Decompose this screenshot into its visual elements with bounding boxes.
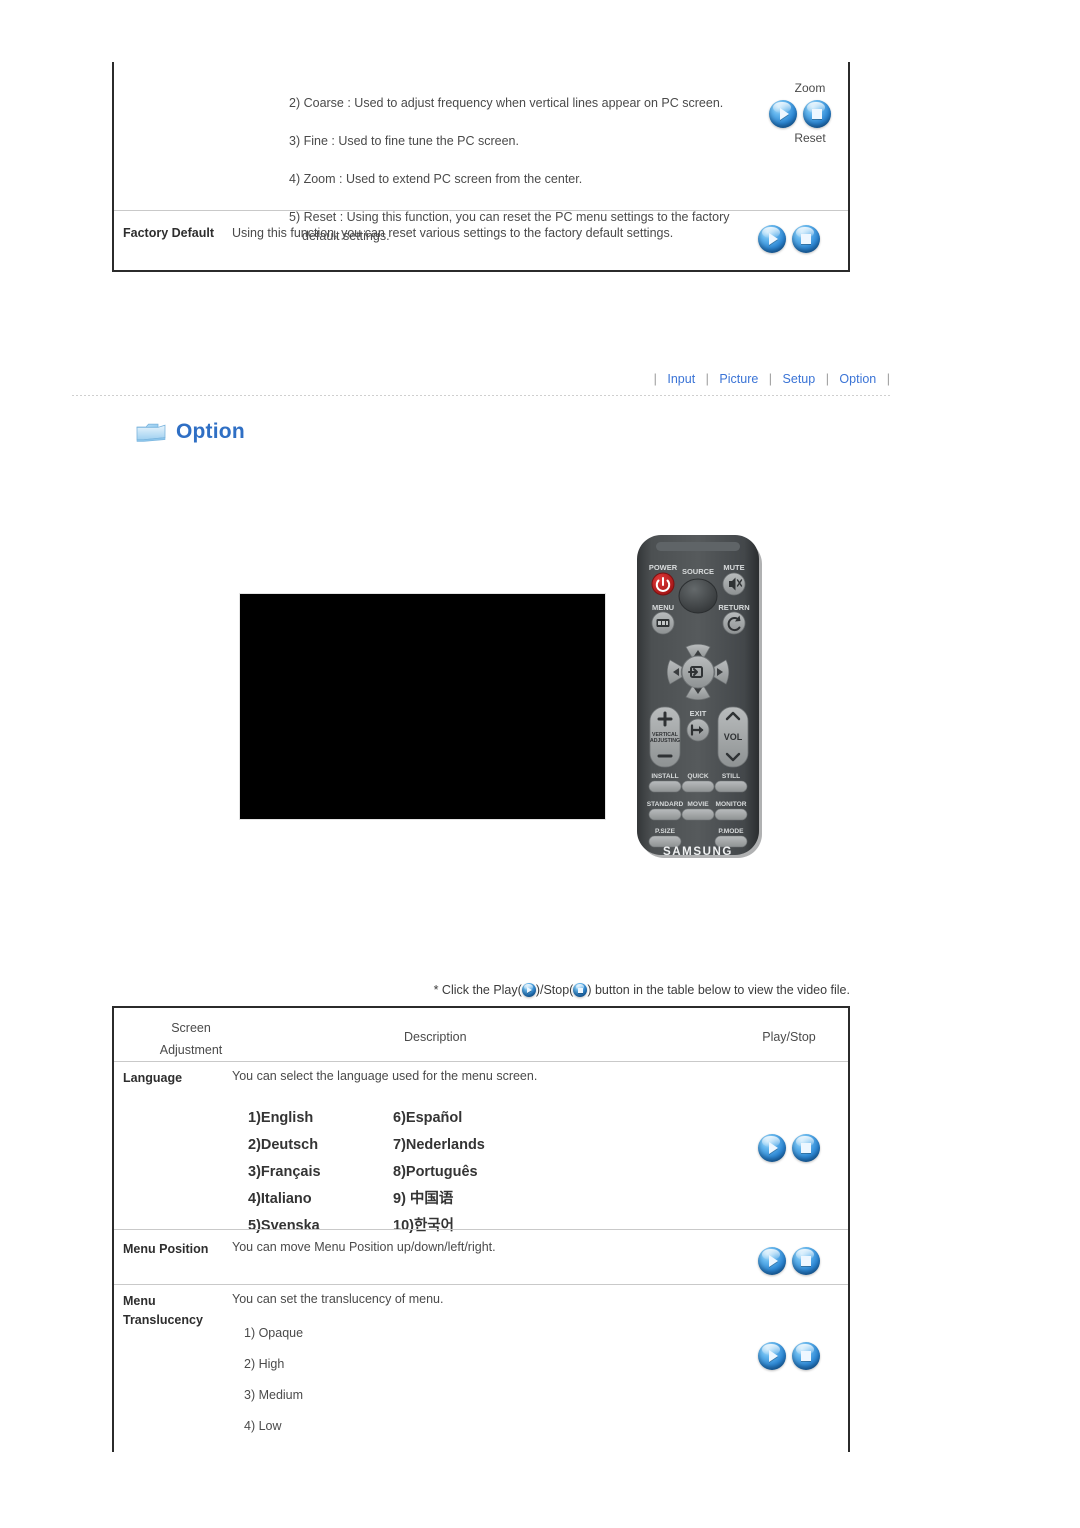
svg-text:ADJUSTING: ADJUSTING bbox=[650, 738, 680, 744]
list-item: 4)Italiano bbox=[248, 1191, 312, 1208]
list-item: 2) High bbox=[244, 1357, 285, 1371]
nav-separator: | bbox=[825, 372, 829, 386]
page-title-text: Option bbox=[176, 420, 245, 443]
table-header-screen-adjustment: Screen Adjustment bbox=[136, 1018, 246, 1062]
svg-text:SAMSUNG: SAMSUNG bbox=[663, 846, 733, 858]
svg-text:INSTALL: INSTALL bbox=[651, 773, 678, 780]
table-row-divider bbox=[114, 1284, 848, 1285]
play-stop-button-group bbox=[758, 1247, 820, 1275]
svg-text:MONITOR: MONITOR bbox=[715, 801, 746, 808]
nav-link-picture[interactable]: Picture bbox=[712, 372, 765, 386]
stop-icon bbox=[573, 983, 588, 997]
nav-divider bbox=[72, 395, 890, 396]
svg-text:MOVIE: MOVIE bbox=[687, 801, 709, 808]
svg-text:EXIT: EXIT bbox=[690, 709, 707, 718]
language-column-right: 6)Español 7)Nederlands 8)Português 9) 中国… bbox=[393, 1108, 538, 1243]
list-item: 2)Deutsch bbox=[248, 1137, 319, 1154]
row-description-language: You can select the language used for the… bbox=[232, 1069, 538, 1083]
section-nav: | Input | Picture | Setup | Option | bbox=[0, 372, 890, 386]
list-item: 1)English bbox=[248, 1110, 314, 1126]
table-header-screen: Screen bbox=[171, 1021, 211, 1035]
factory-default-label: Factory Default bbox=[123, 226, 214, 240]
svg-text:MENU: MENU bbox=[652, 603, 674, 612]
nav-link-setup[interactable]: Setup bbox=[776, 372, 823, 386]
row-label-menu-position: Menu Position bbox=[123, 1242, 209, 1256]
list-item: 5)Svenska bbox=[248, 1218, 320, 1235]
play-stop-button-group bbox=[758, 225, 820, 253]
nav-separator: | bbox=[886, 372, 890, 386]
list-item: 4) Zoom : Used to extend PC screen from … bbox=[289, 172, 583, 187]
play-icon bbox=[521, 983, 536, 997]
table-header-description: Description bbox=[404, 1030, 467, 1044]
translucency-options-list: 1) Opaque 2) High 3) Medium 4) Low bbox=[244, 1326, 303, 1450]
stop-icon[interactable] bbox=[792, 1134, 820, 1162]
zoom-label: Zoom bbox=[794, 81, 826, 95]
table-row-divider bbox=[114, 1229, 848, 1230]
svg-text:QUICK: QUICK bbox=[687, 773, 708, 780]
play-stop-button-group bbox=[758, 1134, 820, 1162]
play-icon[interactable] bbox=[769, 100, 797, 128]
play-stop-button-group bbox=[758, 1342, 820, 1370]
stop-icon[interactable] bbox=[803, 100, 831, 128]
folder-icon bbox=[136, 420, 166, 444]
list-item: 3)Français bbox=[248, 1164, 321, 1181]
svg-text:STANDARD: STANDARD bbox=[647, 801, 684, 808]
table-header-adjustment: Adjustment bbox=[159, 1042, 223, 1057]
note-middle: )/Stop( bbox=[535, 983, 574, 997]
svg-text:VOL: VOL bbox=[724, 732, 743, 742]
row-description-menu-translucency: You can set the translucency of menu. bbox=[232, 1292, 444, 1306]
nav-link-input[interactable]: Input bbox=[660, 372, 702, 386]
list-item: 9) 中国语 bbox=[393, 1191, 454, 1208]
note-suffix: ) button in the table below to view the … bbox=[587, 983, 850, 997]
menu-screen-preview bbox=[239, 593, 606, 820]
row-description-menu-position: You can move Menu Position up/down/left/… bbox=[232, 1240, 496, 1254]
svg-text:P.MODE: P.MODE bbox=[718, 828, 744, 835]
row-label-menu-translucency: Menu Translucency bbox=[123, 1292, 203, 1331]
play-stop-button-group bbox=[769, 100, 831, 128]
table-row-divider bbox=[114, 1061, 848, 1062]
language-options-image: 1)English 2)Deutsch 3)Français 4)Italian… bbox=[248, 1108, 538, 1243]
play-icon[interactable] bbox=[758, 1342, 786, 1370]
note-prefix: * Click the Play( bbox=[433, 983, 522, 997]
row-label-line-2: Translucency bbox=[123, 1313, 203, 1328]
nav-separator: | bbox=[768, 372, 773, 386]
list-item: 10)한국어 bbox=[393, 1218, 454, 1235]
nav-link-option[interactable]: Option bbox=[832, 372, 883, 386]
list-item: 7)Nederlands bbox=[393, 1137, 485, 1154]
table-header-play-stop: Play/Stop bbox=[762, 1030, 816, 1044]
stop-icon[interactable] bbox=[792, 1342, 820, 1370]
remote-control-image: POWER MUTE SOURCE MENU RETURN VERTICAL A… bbox=[626, 526, 774, 869]
list-item: 6)Español bbox=[393, 1110, 463, 1126]
list-item: 3) Medium bbox=[244, 1388, 304, 1402]
svg-text:MUTE: MUTE bbox=[723, 563, 744, 572]
language-column-left: 1)English 2)Deutsch 3)Français 4)Italian… bbox=[248, 1108, 393, 1243]
factory-default-description: Using this function, you can reset vario… bbox=[232, 226, 674, 240]
stop-icon[interactable] bbox=[792, 225, 820, 253]
play-icon[interactable] bbox=[758, 1247, 786, 1275]
pc-settings-table: 2) Coarse : Used to adjust frequency whe… bbox=[112, 62, 850, 272]
list-item: 3) Fine : Used to fine tune the PC scree… bbox=[289, 134, 519, 149]
svg-text:RETURN: RETURN bbox=[718, 603, 749, 612]
nav-separator: | bbox=[705, 372, 709, 386]
list-item: 1) Opaque bbox=[244, 1326, 304, 1340]
play-icon[interactable] bbox=[758, 1134, 786, 1162]
row-label-language: Language bbox=[123, 1071, 183, 1085]
svg-text:POWER: POWER bbox=[649, 563, 678, 572]
play-icon[interactable] bbox=[758, 225, 786, 253]
list-item: 2) Coarse : Used to adjust frequency whe… bbox=[289, 96, 724, 110]
video-note: * Click the Play( )/Stop( ) button in the … bbox=[0, 983, 850, 997]
list-item: 4) Low bbox=[244, 1419, 282, 1433]
nav-separator: | bbox=[653, 372, 657, 386]
svg-text:SOURCE: SOURCE bbox=[682, 567, 714, 576]
pc-settings-list: 2) Coarse : Used to adjust frequency whe… bbox=[249, 94, 759, 245]
row-label-line-1: Menu bbox=[123, 1294, 156, 1308]
svg-text:STILL: STILL bbox=[722, 773, 740, 780]
svg-text:P.SIZE: P.SIZE bbox=[655, 828, 676, 835]
reset-label: Reset bbox=[794, 131, 826, 145]
list-item: 8)Português bbox=[393, 1164, 478, 1181]
page-title: Option bbox=[136, 420, 245, 444]
stop-icon[interactable] bbox=[792, 1247, 820, 1275]
option-settings-table: Screen Adjustment Description Play/Stop … bbox=[112, 1006, 850, 1452]
